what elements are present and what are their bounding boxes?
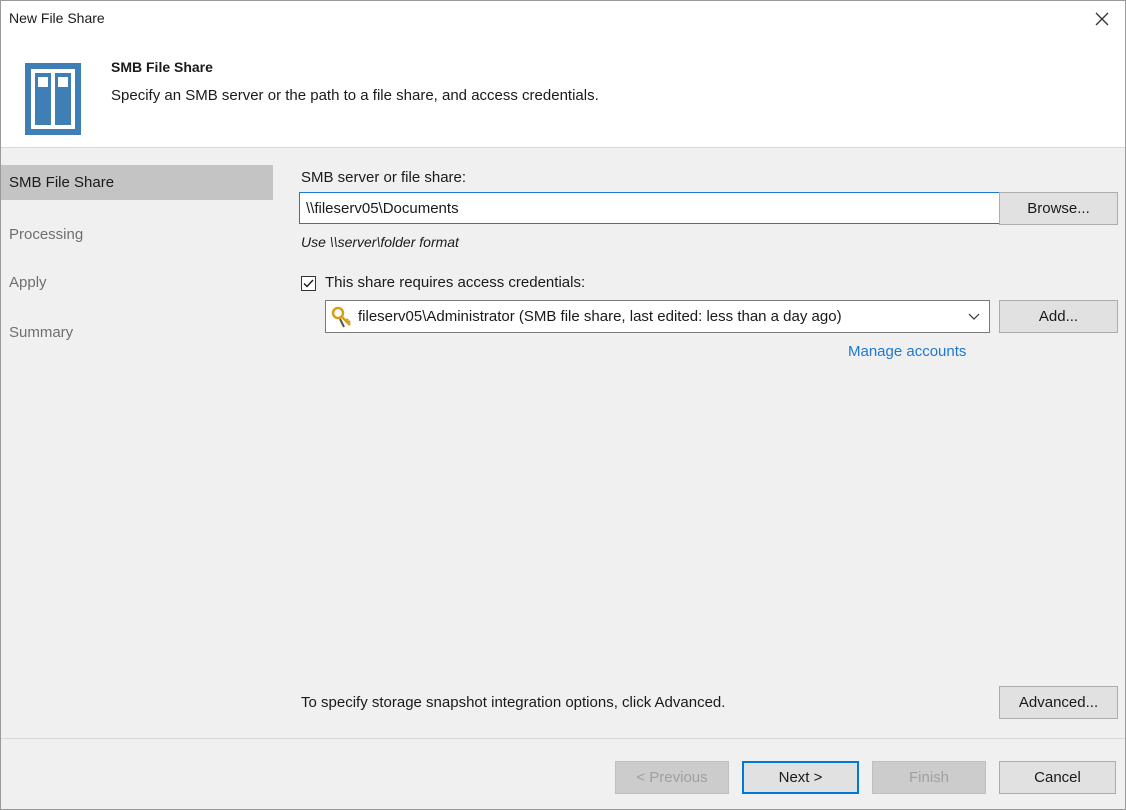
key-icon [331,306,351,328]
share-path-input[interactable] [299,192,1000,224]
sidebar-item-summary[interactable]: Summary [1,315,273,350]
sidebar-item-processing[interactable]: Processing [1,217,273,252]
wizard-steps-sidebar: SMB File Share Processing Apply Summary [1,148,288,738]
server-rack-icon [25,63,81,135]
wizard-footer: < Previous Next > Finish Cancel [1,738,1125,809]
checkmark-icon [303,279,314,288]
sidebar-item-apply[interactable]: Apply [1,265,273,300]
chevron-down-icon[interactable] [959,301,989,332]
wizard-content: SMB server or file share: Browse... Use … [288,148,1125,738]
credentials-dropdown[interactable]: fileserv05\Administrator (SMB file share… [325,300,990,333]
next-button[interactable]: Next > [742,761,859,794]
manage-accounts-link[interactable]: Manage accounts [848,343,966,360]
advanced-hint: To specify storage snapshot integration … [301,694,726,711]
title-bar: New File Share [1,1,1125,37]
advanced-button[interactable]: Advanced... [999,686,1118,719]
credentials-checkbox-label: This share requires access credentials: [325,274,586,291]
credentials-selected-value: fileserv05\Administrator (SMB file share… [358,308,842,325]
window-title: New File Share [9,10,105,26]
finish-button[interactable]: Finish [872,761,986,794]
format-hint: Use \\server\folder format [301,234,459,250]
page-title: SMB File Share [111,59,213,75]
page-subtitle: Specify an SMB server or the path to a f… [111,87,599,104]
share-field-label: SMB server or file share: [301,169,467,186]
previous-button[interactable]: < Previous [615,761,729,794]
new-file-share-dialog: New File Share SMB File Share Specify an… [0,0,1126,810]
sidebar-item-smb-file-share[interactable]: SMB File Share [1,165,273,200]
close-icon [1095,12,1109,26]
close-button[interactable] [1079,1,1125,37]
cancel-button[interactable]: Cancel [999,761,1116,794]
add-credentials-button[interactable]: Add... [999,300,1118,333]
wizard-header: SMB File Share Specify an SMB server or … [1,37,1125,148]
browse-button[interactable]: Browse... [999,192,1118,225]
credentials-checkbox[interactable] [301,276,316,291]
